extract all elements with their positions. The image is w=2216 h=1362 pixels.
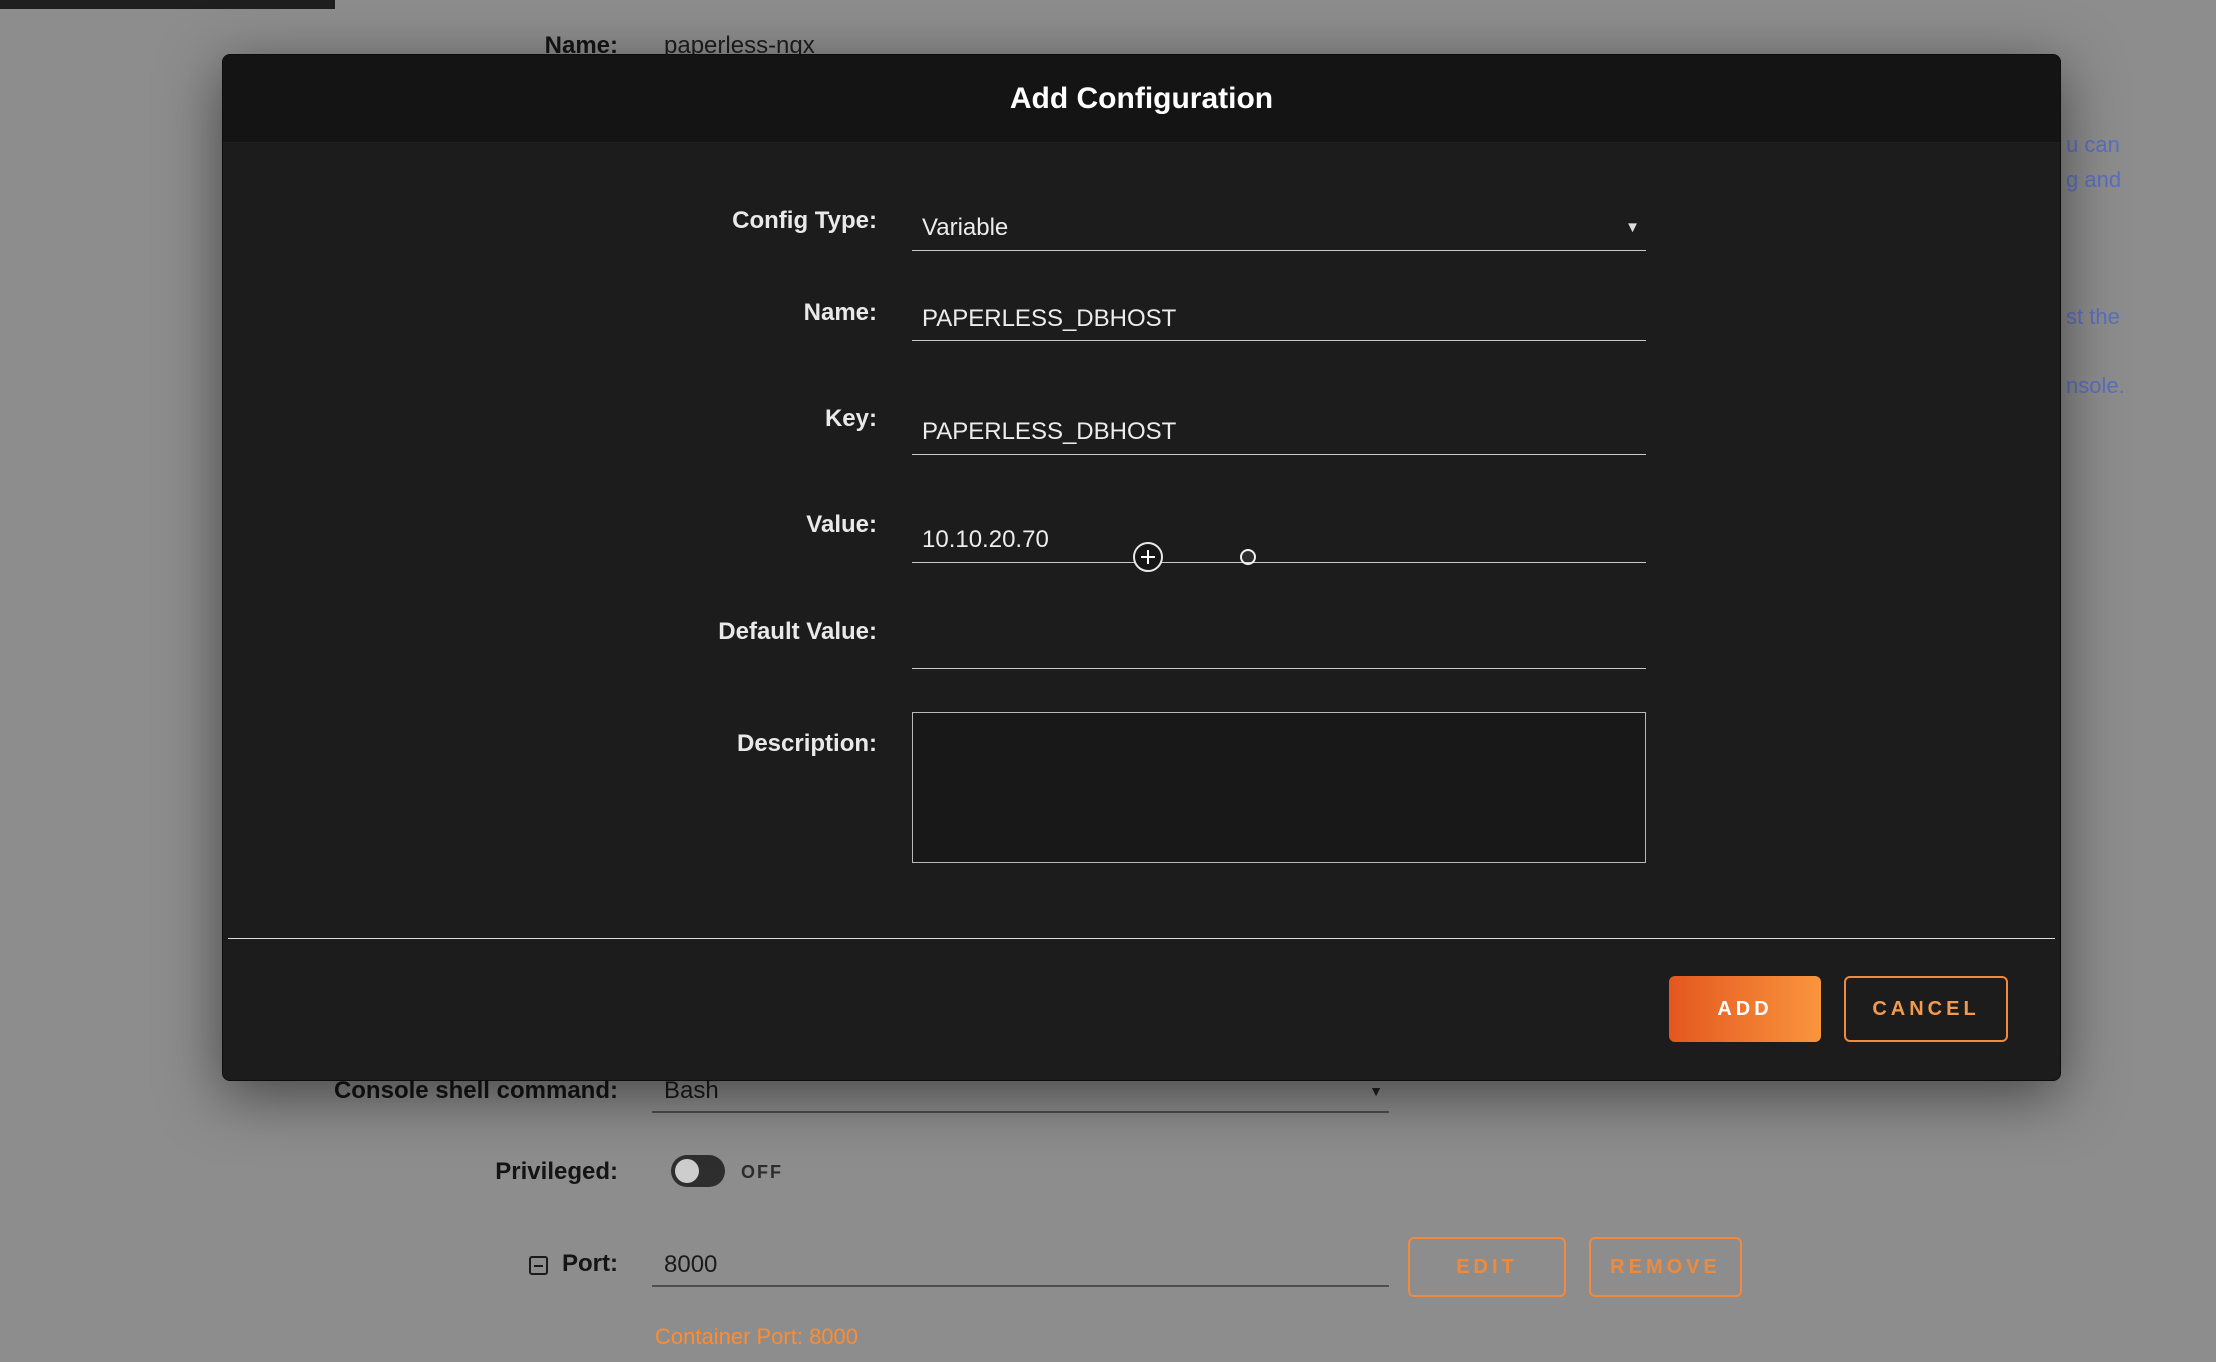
add-button[interactable]: ADD (1669, 976, 1821, 1042)
modal-header: Add Configuration (223, 55, 2060, 143)
help-link-fragment[interactable]: st the (2066, 304, 2120, 330)
key-label: Key: (223, 405, 877, 433)
default-value-input[interactable] (912, 623, 1646, 669)
edit-port-button[interactable]: EDIT (1408, 1237, 1566, 1297)
value-value: 10.10.20.70 (922, 526, 1049, 554)
description-textarea[interactable] (912, 712, 1646, 863)
help-link-fragment[interactable]: g and (2066, 167, 2121, 193)
name-value: PAPERLESS_DBHOST (922, 305, 1176, 333)
port-input[interactable]: 8000 (652, 1245, 1389, 1287)
config-type-select[interactable]: Variable ▼ (912, 205, 1646, 251)
mouse-cursor-icon (1133, 542, 1163, 572)
console-shell-label: Console shell command: (250, 1077, 618, 1105)
chevron-down-icon: ▼ (1369, 1083, 1383, 1099)
help-link-fragment[interactable]: nsole. (2066, 373, 2125, 399)
console-shell-value: Bash (664, 1077, 719, 1105)
name-input[interactable]: PAPERLESS_DBHOST (912, 297, 1646, 341)
key-input[interactable]: PAPERLESS_DBHOST (912, 409, 1646, 455)
help-link-fragment[interactable]: u can (2066, 132, 2120, 158)
port-label: Port: (500, 1250, 618, 1278)
description-label: Description: (223, 730, 877, 758)
port-value: 8000 (664, 1251, 717, 1279)
modal-title: Add Configuration (1010, 82, 1273, 116)
remove-port-button[interactable]: REMOVE (1589, 1237, 1742, 1297)
toggle-knob-icon (675, 1159, 699, 1183)
chevron-down-icon: ▼ (1625, 219, 1640, 236)
config-type-label: Config Type: (223, 207, 877, 235)
cursor-dot-icon (1240, 549, 1256, 565)
config-type-value: Variable (922, 214, 1008, 242)
footer-divider (228, 938, 2055, 939)
container-port-note: Container Port: 8000 (655, 1324, 858, 1350)
value-label: Value: (223, 511, 877, 539)
cancel-button[interactable]: CANCEL (1844, 976, 2008, 1042)
privileged-toggle[interactable] (671, 1155, 725, 1187)
key-value: PAPERLESS_DBHOST (922, 418, 1176, 446)
name-label: Name: (223, 299, 877, 327)
privileged-state: OFF (741, 1162, 783, 1183)
default-value-label: Default Value: (223, 618, 877, 646)
window-edge (0, 0, 335, 9)
privileged-label: Privileged: (400, 1158, 618, 1186)
container-edit-screen: Name: paperless-ngx u can g and st the n… (0, 0, 2216, 1362)
value-input[interactable]: 10.10.20.70 (912, 517, 1646, 563)
